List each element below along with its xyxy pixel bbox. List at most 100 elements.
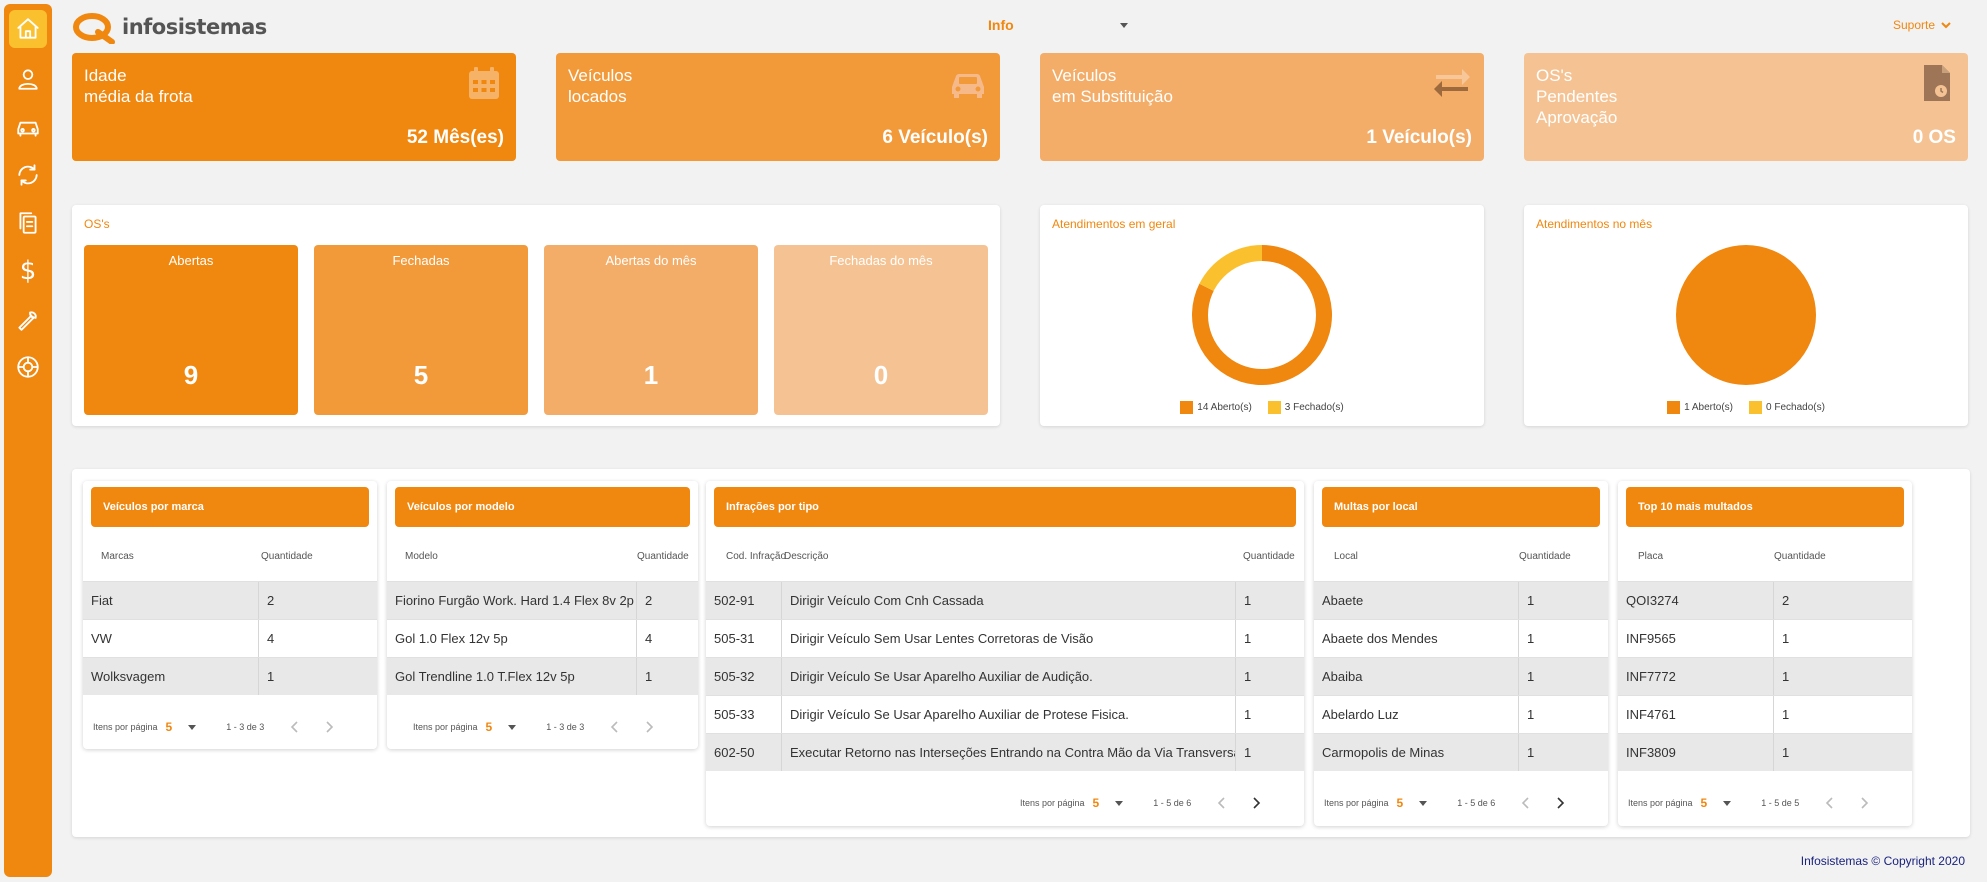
table-cell: 1	[1782, 669, 1790, 684]
os-box-fechadas-mes[interactable]: Fechadas do mês 0	[774, 245, 988, 415]
paginator: Itens por página 5 1 - 5 de 6	[1020, 793, 1261, 813]
page-range: 1 - 3 de 3	[226, 722, 265, 732]
table-row[interactable]: QOI3274 2	[1618, 581, 1912, 619]
items-per-page-label: Itens por página	[1324, 798, 1389, 808]
page-size-select[interactable]: 5	[1701, 796, 1708, 810]
sidebar-item-sync[interactable]	[9, 156, 47, 194]
table-row[interactable]: Abaiba 1	[1314, 657, 1608, 695]
column-header[interactable]: Quantidade	[1519, 551, 1571, 562]
os-box-fechadas[interactable]: Fechadas 5	[314, 245, 528, 415]
chevron-down-icon	[1120, 22, 1128, 28]
page-size-select[interactable]: 5	[1397, 796, 1404, 810]
next-page-icon[interactable]	[324, 721, 334, 733]
column-header[interactable]: Quantidade	[1243, 551, 1295, 562]
table-cell: Fiat	[83, 582, 259, 619]
chevron-down-icon[interactable]	[1723, 800, 1732, 806]
previous-page-icon[interactable]	[610, 721, 620, 733]
next-page-icon[interactable]	[644, 721, 654, 733]
previous-page-icon[interactable]	[1217, 797, 1227, 809]
column-header[interactable]: Quantidade	[1774, 551, 1826, 562]
table-row[interactable]: VW 4	[83, 619, 377, 657]
previous-page-icon[interactable]	[1825, 797, 1835, 809]
calendar-icon	[469, 67, 499, 99]
legend-swatch	[1267, 401, 1281, 414]
previous-page-icon[interactable]	[1521, 797, 1531, 809]
table-cell: Abelardo Luz	[1314, 696, 1519, 733]
table-row[interactable]: Fiat 2	[83, 581, 377, 619]
items-per-page-label: Itens por página	[1628, 798, 1693, 808]
table-title: Veículos por modelo	[395, 487, 690, 527]
table-cell: 1	[1782, 707, 1790, 722]
stat-title: Veículos em Substituição	[1052, 66, 1173, 106]
os-box-abertas-mes[interactable]: Abertas do mês 1	[544, 245, 758, 415]
column-header[interactable]: Descrição	[784, 551, 828, 562]
next-page-icon[interactable]	[1555, 797, 1565, 809]
chevron-down-icon[interactable]	[1115, 800, 1124, 806]
pie-slice[interactable]	[1676, 245, 1816, 385]
table-row[interactable]: Gol Trendline 1.0 T.Flex 12v 5p 1	[387, 657, 698, 695]
table-row[interactable]: 502-91 Dirigir Veículo Com Cnh Cassada 1	[706, 581, 1304, 619]
chevron-down-icon[interactable]	[508, 724, 517, 730]
table-row[interactable]: 505-31 Dirigir Veículo Sem Usar Lentes C…	[706, 619, 1304, 657]
page-size-select[interactable]: 5	[1093, 796, 1100, 810]
chevron-down-icon[interactable]	[1419, 800, 1428, 806]
legend-item[interactable]: 3 Fechado(s)	[1267, 401, 1344, 414]
sidebar-item-documents[interactable]	[9, 204, 47, 242]
logo-text: infosistemas	[122, 15, 267, 39]
table-row[interactable]: Abaete 1	[1314, 581, 1608, 619]
tire-icon	[17, 356, 39, 378]
table-row[interactable]: Abelardo Luz 1	[1314, 695, 1608, 733]
page-size-select[interactable]: 5	[166, 720, 173, 734]
car-icon	[17, 121, 39, 137]
table-row[interactable]: 505-33 Dirigir Veículo Se Usar Aparelho …	[706, 695, 1304, 733]
table-row[interactable]: INF4761 1	[1618, 695, 1912, 733]
sidebar-item-vehicles[interactable]	[9, 108, 47, 146]
chart-legend: 14 Aberto(s) 3 Fechado(s)	[1040, 401, 1484, 414]
os-box-label: Fechadas	[392, 253, 450, 268]
table-row[interactable]: INF3809 1	[1618, 733, 1912, 771]
swap-icon	[1434, 69, 1470, 97]
next-page-icon[interactable]	[1251, 797, 1261, 809]
column-header[interactable]: Cod. Infração	[726, 551, 786, 562]
stat-value: 52 Mês(es)	[406, 127, 504, 148]
sidebar-item-finance[interactable]: $	[9, 252, 47, 290]
table-row[interactable]: Wolksvagem 1	[83, 657, 377, 695]
table-row[interactable]: INF9565 1	[1618, 619, 1912, 657]
sidebar-item-maintenance[interactable]	[9, 300, 47, 338]
table-cell: VW	[83, 620, 259, 657]
previous-page-icon[interactable]	[290, 721, 300, 733]
table-body: 502-91 Dirigir Veículo Com Cnh Cassada 1…	[706, 581, 1304, 771]
os-box-abertas[interactable]: Abertas 9	[84, 245, 298, 415]
table-row[interactable]: Abaete dos Mendes 1	[1314, 619, 1608, 657]
table-row[interactable]: 602-50 Executar Retorno nas Interseções …	[706, 733, 1304, 771]
support-menu[interactable]: Suporte	[1893, 18, 1951, 32]
chart-title: Atendimentos em geral	[1052, 217, 1176, 231]
os-box-label: Abertas do mês	[605, 253, 697, 268]
table-row[interactable]: Fiorino Furgão Work. Hard 1.4 Flex 8v 2p…	[387, 581, 698, 619]
table-cell: Dirigir Veículo Se Usar Aparelho Auxilia…	[782, 696, 1236, 733]
column-header[interactable]: Modelo	[405, 551, 438, 562]
sidebar-item-home[interactable]	[9, 10, 47, 48]
info-select[interactable]: Info	[988, 14, 1128, 36]
table-card-top10-fined: Top 10 mais multados Placa Quantidade QO…	[1618, 481, 1912, 826]
chevron-down-icon[interactable]	[188, 724, 197, 730]
table-cell: Dirigir Veículo Com Cnh Cassada	[782, 582, 1236, 619]
column-header[interactable]: Marcas	[101, 551, 134, 562]
sidebar-item-user[interactable]	[9, 60, 47, 98]
table-row[interactable]: INF7772 1	[1618, 657, 1912, 695]
page-size-select[interactable]: 5	[486, 720, 493, 734]
table-row[interactable]: Carmopolis de Minas 1	[1314, 733, 1608, 771]
table-row[interactable]: 505-32 Dirigir Veículo Se Usar Aparelho …	[706, 657, 1304, 695]
sidebar-item-tires[interactable]	[9, 348, 47, 386]
table-cell: Gol Trendline 1.0 T.Flex 12v 5p	[387, 658, 637, 695]
table-row[interactable]: Gol 1.0 Flex 12v 5p 4	[387, 619, 698, 657]
next-page-icon[interactable]	[1859, 797, 1869, 809]
legend-item[interactable]: 14 Aberto(s)	[1180, 401, 1252, 414]
legend-item[interactable]: 0 Fechado(s)	[1749, 401, 1825, 414]
column-header[interactable]: Quantidade	[261, 551, 313, 562]
column-header[interactable]: Placa	[1638, 551, 1663, 562]
column-header[interactable]: Local	[1334, 551, 1358, 562]
app-logo[interactable]: infosistemas	[70, 10, 267, 44]
legend-item[interactable]: 1 Aberto(s)	[1667, 401, 1733, 414]
column-header[interactable]: Quantidade	[637, 551, 689, 562]
